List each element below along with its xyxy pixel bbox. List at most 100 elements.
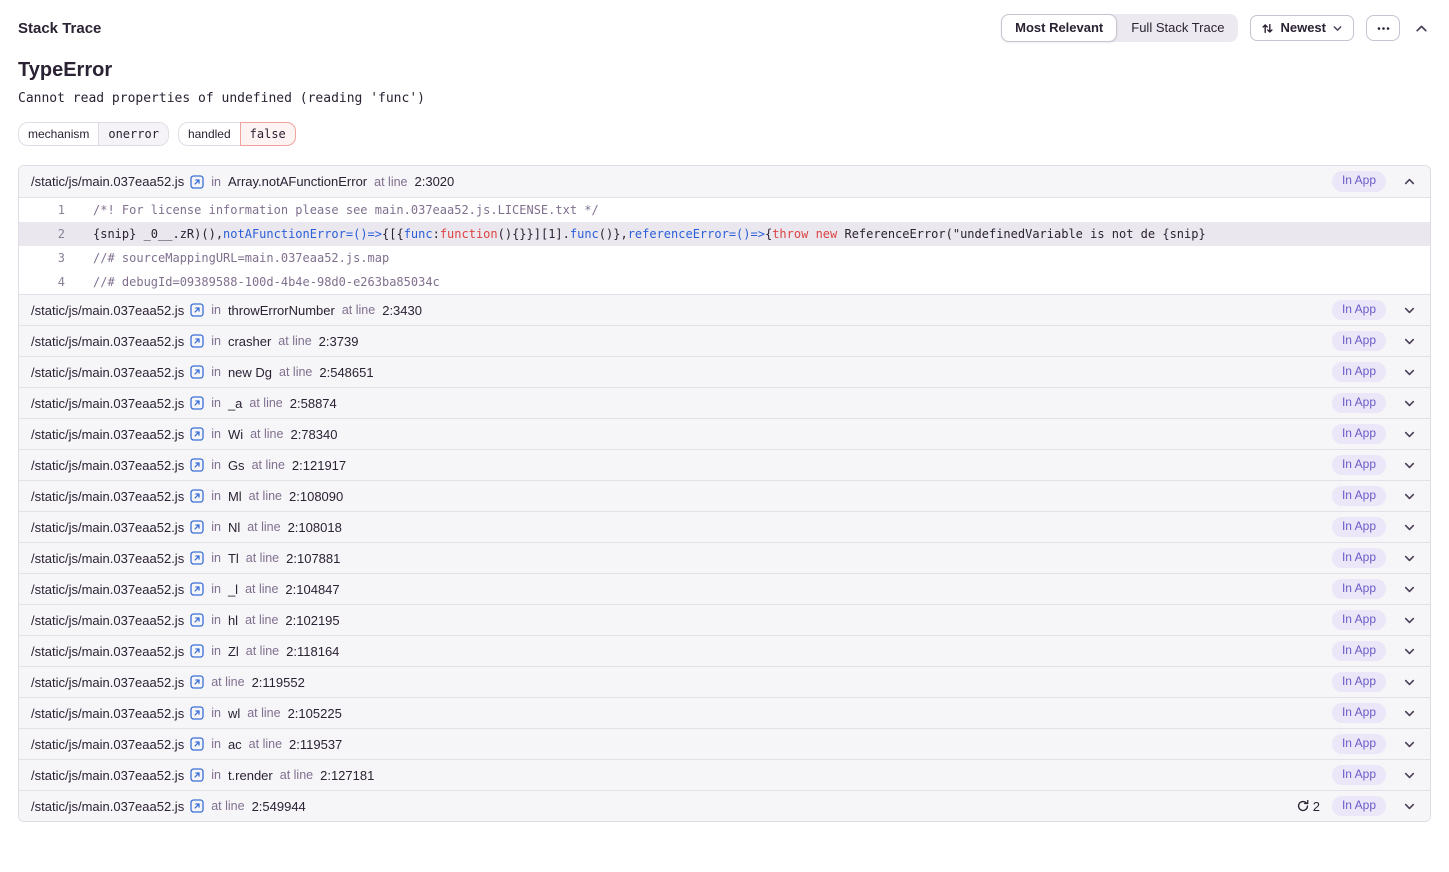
code-line: 1/*! For license information please see … <box>19 198 1430 222</box>
page-title: Stack Trace <box>18 20 101 37</box>
stack-frame-row[interactable]: /static/js/main.037eaa52.jsinthrowErrorN… <box>19 294 1430 325</box>
chevron-down-icon[interactable] <box>1398 490 1420 503</box>
at-line-label: at line <box>245 582 278 596</box>
frame-line-number: 2:107881 <box>286 551 340 566</box>
stack-frame-row[interactable]: /static/js/main.037eaa52.jsinArray.notAF… <box>19 166 1430 197</box>
frame-path: /static/js/main.037eaa52.js <box>31 706 184 721</box>
toggle-full-stack-trace[interactable]: Full Stack Trace <box>1117 14 1238 42</box>
in-label: in <box>211 737 221 751</box>
frame-line-number: 2:121917 <box>292 458 346 473</box>
frame-function: Wi <box>228 427 243 442</box>
in-app-badge: In App <box>1332 734 1386 754</box>
stack-frame-row[interactable]: /static/js/main.037eaa52.jsinWiat line2:… <box>19 418 1430 449</box>
external-link-icon[interactable] <box>190 799 204 813</box>
frame-line-number: 2:119552 <box>252 675 305 690</box>
chevron-down-icon[interactable] <box>1398 614 1420 627</box>
stack-frame-row[interactable]: /static/js/main.037eaa52.jsinacat line2:… <box>19 728 1430 759</box>
code-line: 3//# sourceMappingURL=main.037eaa52.js.m… <box>19 246 1430 270</box>
stack-frame-row[interactable]: /static/js/main.037eaa52.jsinTlat line2:… <box>19 542 1430 573</box>
line-content: //# sourceMappingURL=main.037eaa52.js.ma… <box>93 251 389 265</box>
external-link-icon[interactable] <box>190 675 204 689</box>
frame-function: Gs <box>228 458 245 473</box>
toggle-most-relevant[interactable]: Most Relevant <box>1001 14 1117 42</box>
stack-frame-row[interactable]: /static/js/main.037eaa52.jsat line2:1195… <box>19 666 1430 697</box>
chevron-down-icon[interactable] <box>1398 459 1420 472</box>
at-line-label: at line <box>249 737 282 751</box>
chevron-down-icon[interactable] <box>1398 304 1420 317</box>
frame-function: ac <box>228 737 242 752</box>
stack-frame-row[interactable]: /static/js/main.037eaa52.jsinMlat line2:… <box>19 480 1430 511</box>
chevron-down-icon[interactable] <box>1398 521 1420 534</box>
external-link-icon[interactable] <box>190 737 204 751</box>
chevron-down-icon[interactable] <box>1398 366 1420 379</box>
stack-frame-row[interactable]: /static/js/main.037eaa52.jsint.renderat … <box>19 759 1430 790</box>
frame-line-number: 2:3430 <box>382 303 422 318</box>
collapse-section-button[interactable] <box>1412 19 1431 38</box>
stack-frame-row[interactable]: /static/js/main.037eaa52.jsinwlat line2:… <box>19 697 1430 728</box>
external-link-icon[interactable] <box>190 644 204 658</box>
frame-line-number: 2:548651 <box>319 365 373 380</box>
chevron-down-icon[interactable] <box>1398 428 1420 441</box>
line-number: 2 <box>19 227 65 241</box>
chevron-down-icon[interactable] <box>1398 769 1420 782</box>
external-link-icon[interactable] <box>190 458 204 472</box>
stack-frames-panel: /static/js/main.037eaa52.jsinArray.notAF… <box>18 165 1431 822</box>
external-link-icon[interactable] <box>190 303 204 317</box>
stack-frame-row[interactable]: /static/js/main.037eaa52.jsinZlat line2:… <box>19 635 1430 666</box>
chevron-down-icon[interactable] <box>1398 676 1420 689</box>
in-app-badge: In App <box>1332 517 1386 537</box>
external-link-icon[interactable] <box>190 706 204 720</box>
chevron-down-icon[interactable] <box>1398 800 1420 813</box>
external-link-icon[interactable] <box>190 551 204 565</box>
chevron-down-icon[interactable] <box>1398 552 1420 565</box>
chevron-down-icon[interactable] <box>1398 707 1420 720</box>
stack-frame-row[interactable]: /static/js/main.037eaa52.jsincrasherat l… <box>19 325 1430 356</box>
stack-trace-page: Stack Trace Most Relevant Full Stack Tra… <box>0 0 1449 822</box>
frame-function: Tl <box>228 551 239 566</box>
external-link-icon[interactable] <box>190 520 204 534</box>
chevron-down-icon[interactable] <box>1398 738 1420 751</box>
stack-frame-row[interactable]: /static/js/main.037eaa52.jsinnew Dgat li… <box>19 356 1430 387</box>
tag-mechanism: mechanismonerror <box>18 122 169 146</box>
stack-frame-row[interactable]: /static/js/main.037eaa52.jsinGsat line2:… <box>19 449 1430 480</box>
stack-frame-row[interactable]: /static/js/main.037eaa52.jsin_aat line2:… <box>19 387 1430 418</box>
in-label: in <box>211 551 221 565</box>
external-link-icon[interactable] <box>190 613 204 627</box>
external-link-icon[interactable] <box>190 334 204 348</box>
in-label: in <box>211 706 221 720</box>
frame-path: /static/js/main.037eaa52.js <box>31 644 184 659</box>
external-link-icon[interactable] <box>190 427 204 441</box>
line-content: {snip} _0__.zR)(),notAFunctionError=()=>… <box>93 227 1206 241</box>
chevron-down-icon[interactable] <box>1398 645 1420 658</box>
external-link-icon[interactable] <box>190 396 204 410</box>
external-link-icon[interactable] <box>190 175 204 189</box>
chevron-down-icon[interactable] <box>1398 397 1420 410</box>
stack-frame-row[interactable]: /static/js/main.037eaa52.jsin_lat line2:… <box>19 573 1430 604</box>
frame-line-number: 2:58874 <box>290 396 337 411</box>
stack-frame-row[interactable]: /static/js/main.037eaa52.jsinhlat line2:… <box>19 604 1430 635</box>
frame-function: throwErrorNumber <box>228 303 335 318</box>
stack-frame-row[interactable]: /static/js/main.037eaa52.jsat line2:5499… <box>19 790 1430 821</box>
external-link-icon[interactable] <box>190 489 204 503</box>
line-content: /*! For license information please see m… <box>93 203 599 217</box>
stack-frame-row[interactable]: /static/js/main.037eaa52.jsinNlat line2:… <box>19 511 1430 542</box>
chevron-down-icon[interactable] <box>1398 583 1420 596</box>
chevron-down-icon[interactable] <box>1398 335 1420 348</box>
at-line-label: at line <box>245 613 278 627</box>
in-app-badge: In App <box>1332 672 1386 692</box>
frame-path: /static/js/main.037eaa52.js <box>31 303 184 318</box>
chevron-up-icon[interactable] <box>1398 175 1420 188</box>
in-app-badge: In App <box>1332 331 1386 351</box>
external-link-icon[interactable] <box>190 365 204 379</box>
at-line-label: at line <box>278 334 311 348</box>
frame-line-number: 2:104847 <box>285 582 339 597</box>
sort-button[interactable]: Newest <box>1250 15 1354 41</box>
external-link-icon[interactable] <box>190 582 204 596</box>
in-app-badge: In App <box>1332 300 1386 320</box>
frame-line-number: 2:3020 <box>415 174 455 189</box>
in-label: in <box>211 768 221 782</box>
ellipsis-icon <box>1376 21 1391 36</box>
more-options-button[interactable] <box>1366 15 1400 41</box>
external-link-icon[interactable] <box>190 768 204 782</box>
at-line-label: at line <box>246 644 279 658</box>
